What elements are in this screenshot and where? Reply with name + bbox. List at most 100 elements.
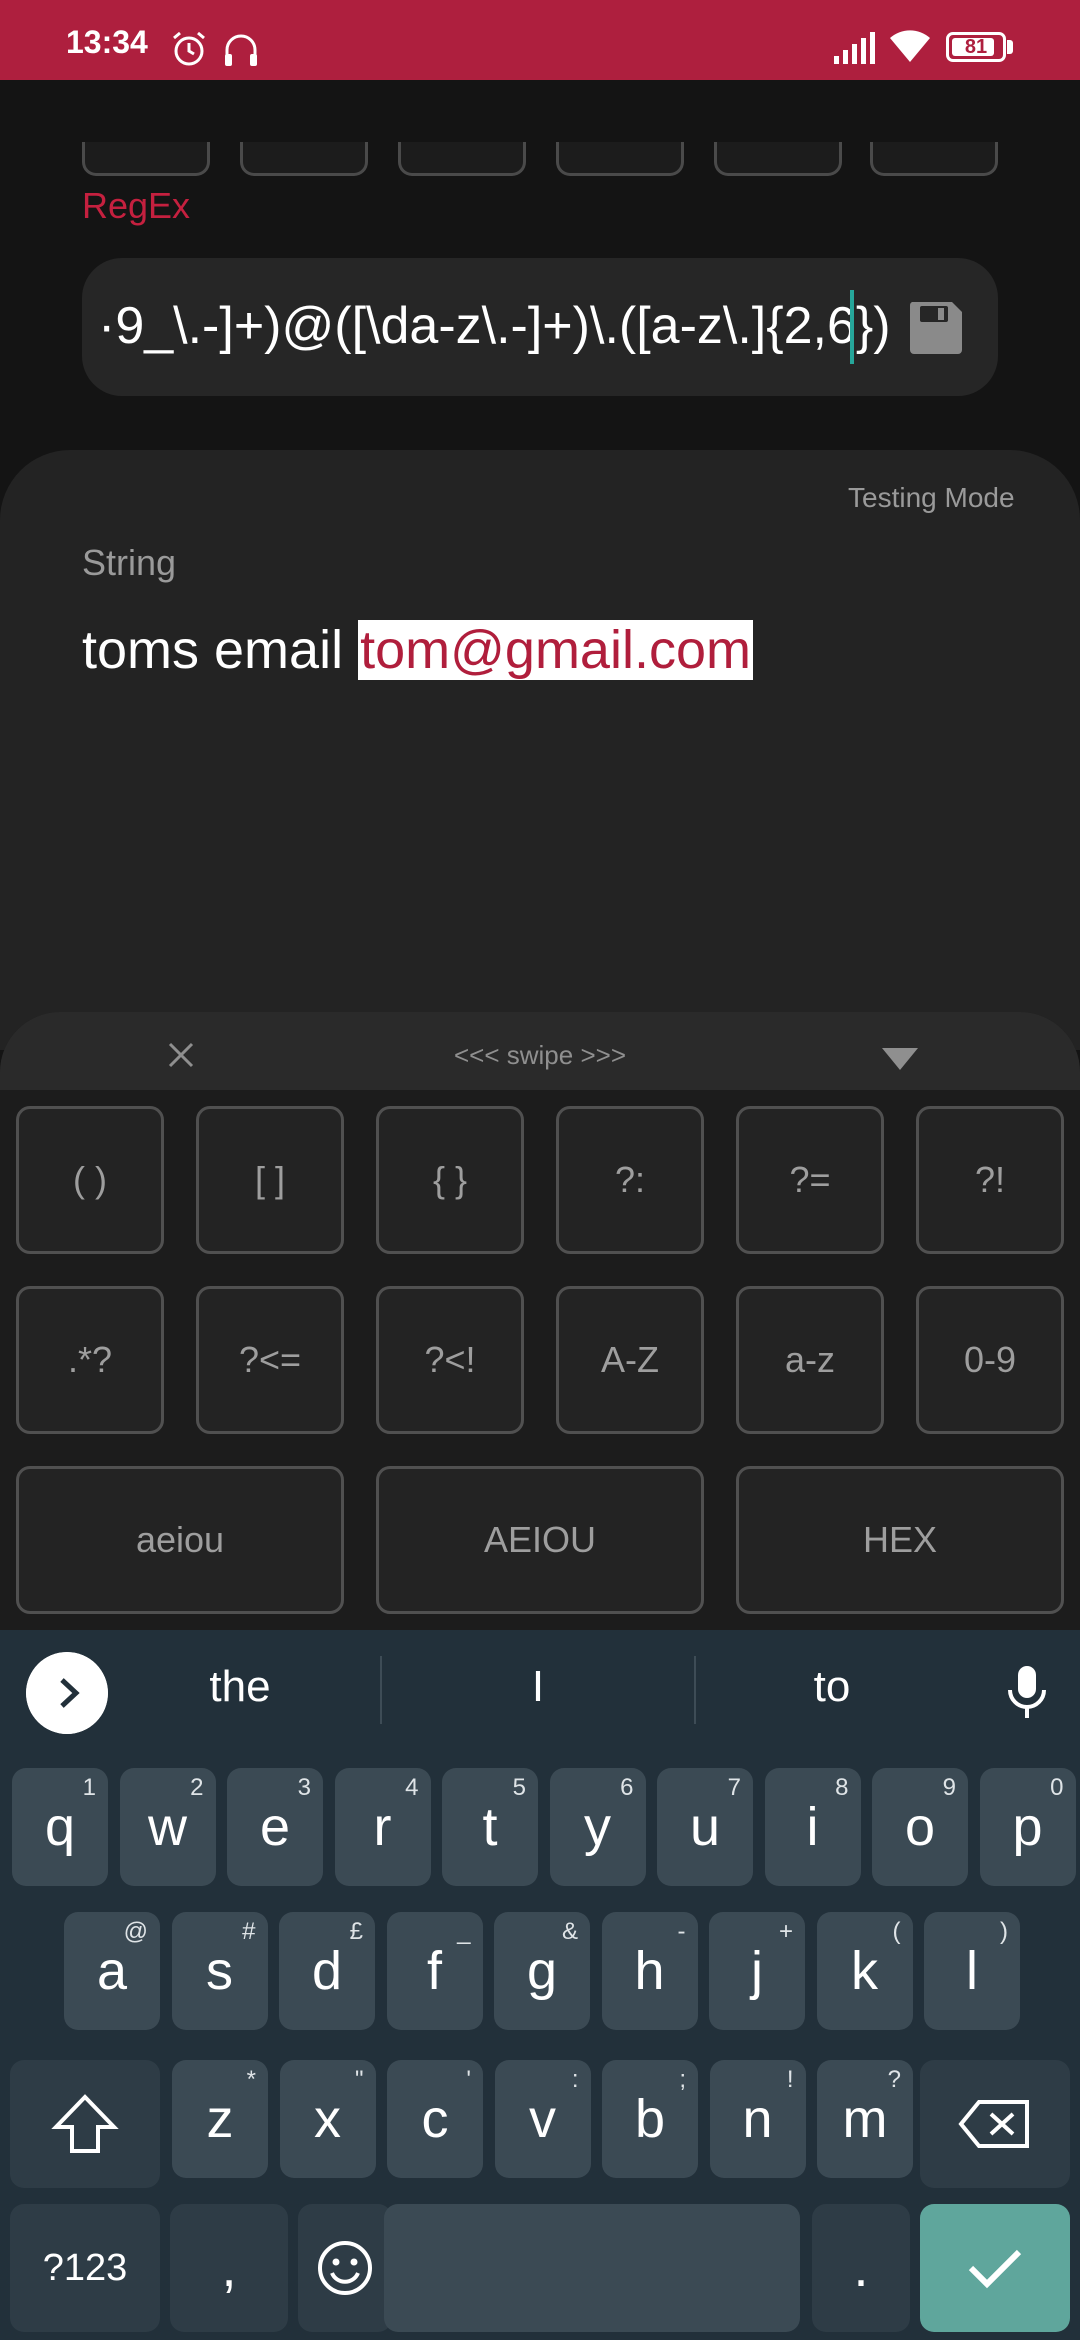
key-s[interactable]: s # <box>171 1912 268 2030</box>
key-k[interactable]: k( <box>816 1912 913 2030</box>
key-hint: 1 <box>82 1774 96 1801</box>
symbols-key[interactable]: ?123 <box>10 2204 160 2332</box>
helper-key[interactable]: ?<= <box>196 1286 344 1434</box>
regex-match-highlight: tom@gmail.com <box>358 620 753 680</box>
suggestion-divider <box>380 1656 382 1724</box>
helper-key[interactable]: HEX <box>736 1466 1064 1614</box>
key-label: a <box>96 1941 128 2001</box>
key-g[interactable]: g & <box>494 1912 590 2030</box>
suggestion-toggle-button[interactable] <box>26 1652 108 1734</box>
key-p[interactable]: p0 <box>979 1768 1076 1886</box>
key-label: h <box>634 1941 665 2001</box>
helper-key[interactable]: { } <box>376 1106 524 1254</box>
key-v[interactable]: v: <box>494 2060 591 2178</box>
key-hint: 2 <box>190 1774 204 1801</box>
shift-icon <box>51 2094 119 2153</box>
microphone-icon[interactable] <box>1004 1664 1050 1720</box>
helper-key[interactable]: ?: <box>556 1106 704 1254</box>
helper-key[interactable]: A-Z <box>556 1286 704 1434</box>
collapse-triangle-icon[interactable] <box>880 1044 920 1072</box>
key-hint: 4 <box>405 1774 419 1801</box>
key-z[interactable]: z * <box>172 2060 268 2178</box>
key-o[interactable]: o9 <box>872 1768 968 1886</box>
key-b[interactable]: b; <box>602 2060 698 2178</box>
key-label: n <box>742 2089 773 2149</box>
helper-key[interactable]: 0-9 <box>916 1286 1064 1434</box>
space-bar[interactable] <box>384 2204 800 2332</box>
key-l[interactable]: l) <box>924 1912 1020 2030</box>
key-h[interactable]: h- <box>601 1912 698 2030</box>
key-t[interactable]: t5 <box>442 1768 538 1886</box>
helper-key[interactable]: ?= <box>736 1106 884 1254</box>
shift-key[interactable] <box>10 2060 160 2188</box>
test-panel <box>0 450 1080 1050</box>
helper-key[interactable]: ( ) <box>16 1106 164 1254</box>
key-n[interactable]: n! <box>709 2060 806 2178</box>
key-label: o <box>904 1797 936 1857</box>
key-label: e <box>259 1797 291 1857</box>
helper-key[interactable]: AEIOU <box>376 1466 704 1614</box>
key-d[interactable]: d £ <box>279 1912 375 2030</box>
key-w[interactable]: w2 <box>119 1768 216 1886</box>
helper-key[interactable]: ?! <box>916 1106 1064 1254</box>
status-time: 13:34 <box>66 24 148 60</box>
key-hint: * <box>246 2066 256 2093</box>
key-y[interactable]: y6 <box>549 1768 646 1886</box>
partial-key[interactable] <box>714 142 842 176</box>
suggestion-2[interactable]: I <box>438 1662 638 1712</box>
partial-key[interactable] <box>240 142 368 176</box>
key-hint: 3 <box>297 1774 311 1801</box>
key-q[interactable]: q1 <box>12 1768 108 1886</box>
key-c[interactable]: c ' <box>387 2060 483 2178</box>
helper-key[interactable]: a-z <box>736 1286 884 1434</box>
key-a[interactable]: a @ <box>64 1912 160 2030</box>
key-x[interactable]: x " <box>279 2060 376 2178</box>
key-hint: 8 <box>835 1774 849 1801</box>
suggestion-3[interactable]: to <box>732 1662 932 1712</box>
key-f[interactable]: f _ <box>386 1912 483 2030</box>
key-label: r <box>373 1797 392 1857</box>
helper-key[interactable]: .*? <box>16 1286 164 1434</box>
partial-key[interactable] <box>398 142 526 176</box>
key-hint: - <box>677 1918 686 1945</box>
key-hint: 5 <box>512 1774 526 1801</box>
period-key[interactable]: . <box>812 2204 910 2332</box>
regex-input[interactable]: ·9_\.-]+)@([\da-z\.-]+)\.([a-z\.]{2,6}) <box>82 258 998 396</box>
regex-label: RegEx <box>82 185 191 226</box>
suggestion-1[interactable]: the <box>140 1662 340 1712</box>
comma-key[interactable]: , <box>170 2204 288 2332</box>
key-label: s <box>206 1941 233 2001</box>
key-hint: 6 <box>620 1774 634 1801</box>
key-label: y <box>584 1797 611 1857</box>
key-label: f <box>426 1941 442 2001</box>
partial-key[interactable] <box>870 142 998 176</box>
backspace-key[interactable] <box>920 2060 1070 2188</box>
key-label: j <box>751 1941 763 2001</box>
test-string-input[interactable]: toms email tom@gmail.com <box>82 612 753 688</box>
key-label: l <box>966 1941 978 2001</box>
key-hint: £ <box>349 1918 363 1945</box>
key-j[interactable]: j + <box>709 1912 805 2030</box>
smiley-icon <box>318 2241 372 2295</box>
emoji-key[interactable] <box>298 2204 392 2332</box>
key-m[interactable]: m? <box>817 2060 913 2178</box>
partial-key[interactable] <box>82 142 210 176</box>
key-label: z <box>206 2089 234 2149</box>
testing-mode-label[interactable]: Testing Mode <box>848 482 1015 514</box>
enter-key[interactable] <box>920 2204 1070 2332</box>
key-r[interactable]: r4 <box>334 1768 431 1886</box>
helper-key[interactable]: aeiou <box>16 1466 344 1614</box>
key-i[interactable]: i8 <box>764 1768 861 1886</box>
wifi-icon <box>890 30 930 62</box>
backspace-icon <box>958 2100 1029 2148</box>
regex-input-value: ·9_\.-]+)@([\da-z\.-]+)\.([a-z\.]{2,6}) <box>98 297 891 355</box>
helper-key[interactable]: [ ] <box>196 1106 344 1254</box>
key-e[interactable]: e3 <box>227 1768 323 1886</box>
partial-key[interactable] <box>556 142 684 176</box>
key-label: p <box>1012 1797 1043 1857</box>
key-u[interactable]: u7 <box>657 1768 753 1886</box>
helper-key[interactable]: ?<! <box>376 1286 524 1434</box>
key-hint: ! <box>786 2066 794 2093</box>
string-label: String <box>82 542 177 583</box>
floppy-disk-icon[interactable] <box>906 298 966 358</box>
